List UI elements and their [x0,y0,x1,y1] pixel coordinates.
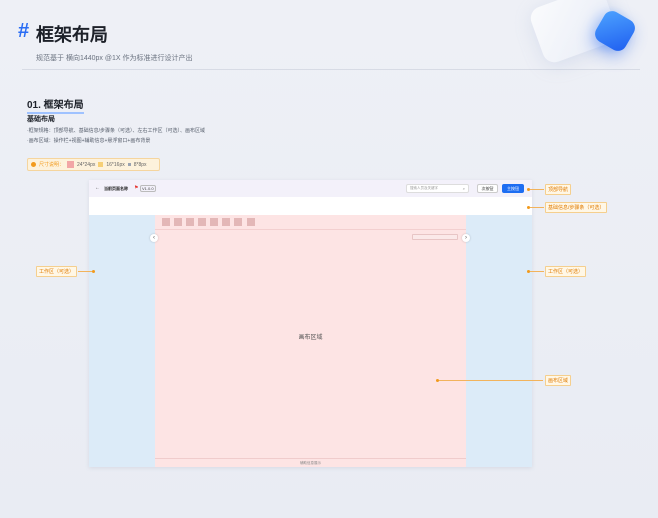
collapse-right-icon[interactable]: › [462,234,470,242]
annotation-line [530,207,544,208]
secondary-button[interactable]: 次按钮 [477,184,498,193]
size-24-label: 24*24px [77,161,96,168]
size-16-label: 16*16px [106,161,125,168]
tool-icon[interactable] [198,218,206,226]
search-input[interactable]: 搜索人员及关键字 ⌕ [406,184,469,193]
section-desc-frame: ·框架规格：顶部导航、基础信息/步骤条（可选）、左右工作区（可选）、画布区域 [27,128,206,134]
annotation-top-nav: 顶部导航 [545,184,572,195]
size-legend: 尺寸说明： 24*24px 16*16px 8*8px [27,158,160,171]
page-subtitle: 规范基于 横向1440px @1X 作为标准进行设计产出 [36,55,193,62]
section-desc-canvas: ·画布区域：操作栏+视图+辅助信息+悬浮窗口+画布背景 [27,138,151,144]
annotation-work-left: 工作区（可选） [36,266,78,277]
version-badge: V1.0.0 [140,185,156,192]
annotation-line [78,271,92,272]
search-icon: ⌕ [462,186,465,191]
section-title: 01. 框架布局 [27,96,84,114]
tool-icon[interactable] [222,218,230,226]
info-bar [89,197,532,216]
collapse-left-icon[interactable]: ‹ [150,234,158,242]
tool-icon[interactable] [174,218,182,226]
size-8-label: 8*8px [133,161,147,168]
work-area-left [89,215,155,467]
size-legend-label: 尺寸说明： [39,162,65,168]
canvas-label: 画布区域 [298,335,323,341]
tool-icon[interactable] [210,218,218,226]
section-subtitle: 基础布局 [27,116,55,123]
hash-icon: # [18,20,30,42]
primary-button[interactable]: 主按钮 [502,184,524,193]
swatch-16 [98,162,104,167]
toolbar [155,215,466,230]
tool-icon[interactable] [162,218,170,226]
top-navigation: ← 当前页面名称 ⚑ V1.0.0 搜索人员及关键字 ⌕ 次按钮 主按钮 [89,180,532,197]
flag-icon: ⚑ [134,185,139,191]
tool-icon[interactable] [186,218,194,226]
legend-dot-icon [31,162,36,167]
annotation-canvas: 画布区域 [545,375,572,386]
annotation-line [530,271,544,272]
tool-icon[interactable] [234,218,242,226]
swatch-8 [127,163,131,166]
canvas-area[interactable] [155,215,466,467]
view-bar [155,229,466,245]
annotation-line [530,189,544,190]
annotation-line [439,380,543,381]
view-control[interactable] [412,234,458,240]
header-divider [22,69,640,70]
annotation-work-right: 工作区（可选） [545,266,587,277]
page-title: 框架布局 [36,25,108,45]
swatch-24 [67,161,75,168]
tool-icon[interactable] [247,218,255,226]
back-arrow-icon[interactable]: ← [95,185,100,191]
search-placeholder: 搜索人员及关键字 [410,186,438,190]
annotation-info-bar: 基础信息/步骤条（可选） [545,202,608,213]
work-area-right [466,215,532,467]
canvas-bottom-info: 辅助信息展示 [155,458,466,468]
annotation-dot [92,270,95,273]
page-name: 当前页面名称 [104,186,128,191]
